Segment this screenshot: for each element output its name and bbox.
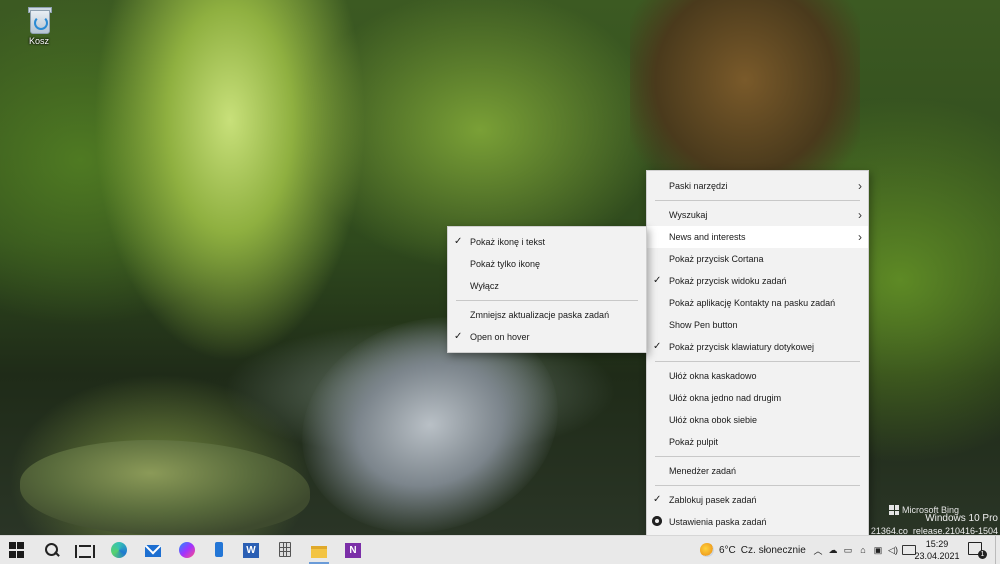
menu-item-show-desktop[interactable]: Pokaż pulpit xyxy=(647,431,868,453)
checkmark-icon: ✓ xyxy=(653,494,662,505)
menu-separator xyxy=(655,361,860,362)
taskbar-onenote[interactable]: N xyxy=(336,536,370,564)
battery-icon[interactable]: ▭ xyxy=(842,545,854,556)
checkmark-icon: ✓ xyxy=(454,236,463,247)
checkmark-icon: ✓ xyxy=(653,341,662,352)
search-button[interactable] xyxy=(34,536,68,564)
task-view-button[interactable] xyxy=(68,536,102,564)
menu-separator xyxy=(655,485,860,486)
menu-item-taskbar-settings[interactable]: Ustawienia paska zadań xyxy=(647,511,868,533)
taskbar-clock[interactable]: 15:29 23.04.2021 xyxy=(914,538,960,562)
menu-item-news-and-interests[interactable]: News and interests › xyxy=(647,226,868,248)
weather-temp: 6°C xyxy=(719,544,736,556)
chevron-up-icon[interactable]: ︿ xyxy=(812,544,824,557)
menu-item-search[interactable]: Wyszukaj › xyxy=(647,204,868,226)
windows-logo-icon xyxy=(9,542,25,558)
messenger-icon xyxy=(179,542,195,558)
news-and-interests-widget[interactable]: 6°C Cz. słonecznie xyxy=(700,536,806,564)
checkmark-icon: ✓ xyxy=(653,275,662,286)
phone-icon xyxy=(211,542,227,558)
menu-separator xyxy=(655,200,860,201)
menu-item-side-by-side[interactable]: Ułóż okna obok siebie xyxy=(647,409,868,431)
edge-canary-icon xyxy=(111,542,127,558)
recycle-bin-icon xyxy=(26,4,52,34)
taskbar-file-explorer[interactable] xyxy=(302,536,336,564)
menu-item-lock-taskbar[interactable]: ✓ Zablokuj pasek zadań xyxy=(647,489,868,511)
taskbar-word[interactable]: W xyxy=(234,536,268,564)
watermark-edition: Windows 10 Pro xyxy=(925,513,998,524)
start-button[interactable] xyxy=(0,536,34,564)
news-interests-submenu: ✓ Pokaż ikonę i tekst Pokaż tylko ikonę … xyxy=(447,226,647,353)
submenu-item-icon-only[interactable]: Pokaż tylko ikonę xyxy=(448,253,646,275)
taskbar-mail[interactable] xyxy=(136,536,170,564)
taskbar-phone-link[interactable] xyxy=(202,536,236,564)
menu-separator xyxy=(655,456,860,457)
submenu-item-reduce-updates[interactable]: Zmniejsz aktualizacje paska zadań xyxy=(448,304,646,326)
menu-item-show-people[interactable]: Pokaż aplikację Kontakty na pasku zadań xyxy=(647,292,868,314)
desktop-icon-label: Kosz xyxy=(28,36,49,46)
weather-condition: Cz. słonecznie xyxy=(740,544,806,556)
taskbar-edge-canary[interactable] xyxy=(102,536,136,564)
menu-item-toolbars[interactable]: Paski narzędzi › xyxy=(647,175,868,197)
search-icon xyxy=(43,542,59,558)
menu-item-task-manager[interactable]: Menedżer zadań xyxy=(647,460,868,482)
chevron-right-icon: › xyxy=(858,208,862,222)
checkmark-icon: ✓ xyxy=(454,331,463,342)
system-tray: ︿ ☁ ▭ ⌂ ▣ ◁) xyxy=(812,536,916,564)
wallpaper-mossy-rock xyxy=(20,440,310,535)
menu-separator xyxy=(456,300,638,301)
menu-item-show-pen[interactable]: Show Pen button xyxy=(647,314,868,336)
menu-item-cascade-windows[interactable]: Ułóż okna kaskadowo xyxy=(647,365,868,387)
onedrive-icon[interactable]: ☁ xyxy=(827,545,839,556)
mail-icon xyxy=(145,545,161,557)
menu-item-show-task-view[interactable]: ✓ Pokaż przycisk widoku zadań xyxy=(647,270,868,292)
desktop-icon-recycle-bin[interactable]: Kosz xyxy=(22,4,56,46)
clock-time: 15:29 xyxy=(925,539,949,549)
gear-icon xyxy=(652,516,662,526)
volume-icon[interactable]: ◁) xyxy=(887,545,899,556)
submenu-item-icon-and-text[interactable]: ✓ Pokaż ikonę i tekst xyxy=(448,231,646,253)
chevron-right-icon: › xyxy=(858,230,862,244)
menu-item-show-touch-keyboard[interactable]: ✓ Pokaż przycisk klawiatury dotykowej xyxy=(647,336,868,358)
show-desktop-button[interactable] xyxy=(995,536,1000,564)
menu-item-show-cortana[interactable]: Pokaż przycisk Cortana xyxy=(647,248,868,270)
onenote-icon: N xyxy=(345,542,361,558)
usb-icon[interactable]: ⌂ xyxy=(857,545,869,555)
taskbar-messenger[interactable] xyxy=(170,536,204,564)
submenu-item-open-on-hover[interactable]: ✓ Open on hover xyxy=(448,326,646,348)
submenu-item-turn-off[interactable]: Wyłącz xyxy=(448,275,646,297)
windows-logo-icon xyxy=(889,505,899,515)
taskbar-calculator[interactable] xyxy=(268,536,302,564)
notification-badge: 1 xyxy=(978,550,987,559)
clock-date: 23.04.2021 xyxy=(914,551,960,561)
menu-item-stack-windows[interactable]: Ułóż okna jedno nad drugim xyxy=(647,387,868,409)
taskbar-context-menu: Paski narzędzi › Wyszukaj › News and int… xyxy=(646,170,869,538)
task-view-icon xyxy=(75,542,95,558)
chevron-right-icon: › xyxy=(858,179,862,193)
partly-sunny-icon xyxy=(700,543,714,557)
calculator-icon xyxy=(277,542,293,558)
taskbar: W N 6°C Cz. słonecznie ︿ ☁ ▭ ⌂ ▣ ◁) 15:2… xyxy=(0,535,1000,564)
word-icon: W xyxy=(243,542,259,558)
network-icon[interactable]: ▣ xyxy=(872,545,884,556)
folder-icon xyxy=(311,545,327,558)
